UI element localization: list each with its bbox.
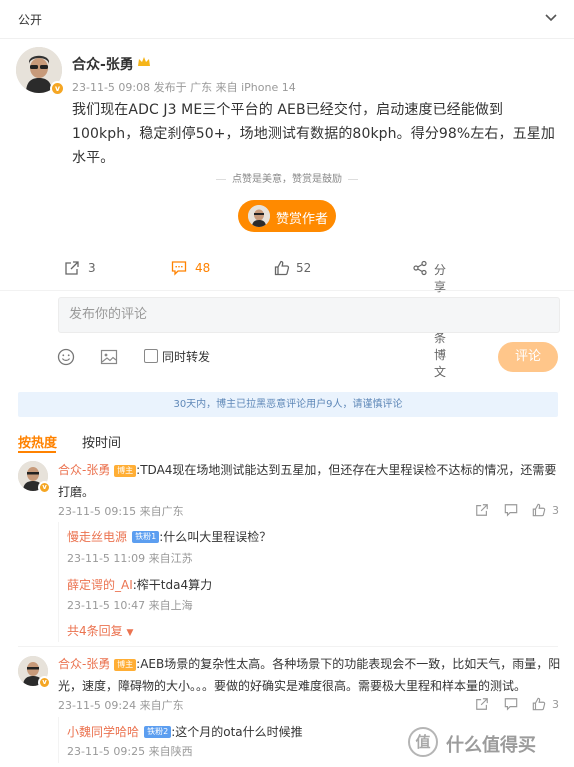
forward-icon[interactable] (475, 697, 489, 711)
comment-input[interactable] (59, 298, 559, 330)
reply-meta: 23-11-5 11:09 来自江苏 (67, 552, 193, 565)
comment-like-count: 3 (552, 698, 559, 711)
like-count: 52 (296, 261, 312, 275)
image-icon[interactable] (100, 348, 118, 366)
active-tab-indicator (18, 451, 56, 453)
reward-avatar (248, 205, 270, 227)
forward-count: 3 (88, 261, 96, 275)
moderation-notice: 30天内，博主已拉黑恶意评论用户9人，请谨慎评论 (18, 392, 558, 417)
reply-item: 小魏同学哈哈 铁粉2:这个月的ota什么时候推 (67, 721, 303, 740)
comment-item: 合众-张勇 博主:TDA4现在场地测试能达到五星加，但还存在大里程误检不达标的情… (58, 459, 564, 503)
action-bar: 3 48 52 分享这三条博文 (0, 258, 574, 379)
comment-author[interactable]: 合众-张勇 (58, 463, 110, 477)
visibility-label: 公开 (18, 13, 43, 27)
emoji-icon[interactable] (57, 348, 75, 366)
sort-by-time-tab[interactable]: 按时间 (82, 432, 121, 451)
caret-down-icon: ▼ (126, 628, 134, 638)
verified-badge-icon: v (38, 481, 51, 494)
forward-icon[interactable] (475, 503, 489, 517)
comment-author[interactable]: 合众-张勇 (58, 657, 110, 671)
submit-comment-button[interactable]: 评论 (498, 342, 558, 372)
reply-text: :榨干tda4算力 (132, 578, 213, 592)
comment-icon (171, 260, 187, 276)
thumbs-up-icon[interactable] (532, 503, 546, 517)
author-badge: 博主 (114, 658, 137, 671)
reply-item: 薛定谔的_AI:榨干tda4算力 (67, 574, 212, 593)
watermark-text: 什么值得买 (446, 735, 536, 756)
comment-count: 48 (195, 261, 211, 275)
verified-badge-icon: v (50, 81, 65, 96)
forward-icon (64, 260, 80, 276)
comment-input-box[interactable] (58, 297, 560, 333)
thumbs-up-icon (274, 260, 290, 276)
reply-author[interactable]: 小魏同学哈哈 (67, 725, 139, 739)
repost-checkbox[interactable] (144, 349, 158, 363)
thumbs-up-icon[interactable] (532, 697, 546, 711)
reply-text: :这个月的ota什么时候推 (171, 725, 303, 739)
reply-list: 慢走丝电源 铁粉1:什么叫大里程误检？ 23-11-5 11:09 来自江苏 薛… (58, 522, 559, 642)
post-meta: 23-11-5 09:08 发布于 广东 来自 iPhone 14 (72, 81, 296, 94)
sort-by-hot-tab[interactable]: 按热度 (18, 432, 57, 451)
chevron-down-icon[interactable] (544, 10, 558, 24)
post-body: 我们现在ADC J3 ME三个平台的 AEB已经交付，启动速度已经能做到100k… (72, 102, 555, 166)
reply-author[interactable]: 慢走丝电源 (67, 530, 127, 544)
divider (0, 290, 574, 291)
reply-meta: 23-11-5 09:25 来自陕西 (67, 745, 193, 758)
comment-icon[interactable] (504, 697, 518, 711)
comment-icon[interactable] (504, 503, 518, 517)
comment-item: 合众-张勇 博主:AEB场景的复杂性太高。各种场景下的功能表现会不一致，比如天气… (58, 653, 564, 697)
comment-meta: 23-11-5 09:24 来自广东 (58, 699, 184, 712)
reply-author[interactable]: 薛定谔的_AI (67, 578, 133, 592)
reward-label: 赞赏作者 (276, 212, 329, 227)
reply-item: 慢走丝电源 铁粉1:什么叫大里程误检？ (67, 526, 271, 545)
reward-tip: 点赞是美意，赞赏是鼓励 (0, 170, 574, 185)
watermark: 值 什么值得买 (408, 726, 566, 758)
verified-badge-icon: v (38, 676, 51, 689)
fan-badge: 铁粉2 (144, 725, 172, 738)
watermark-logo: 值 (408, 727, 438, 757)
crown-icon (137, 55, 151, 69)
more-replies-label: 共4条回复 (67, 624, 123, 638)
reply-meta: 23-11-5 10:47 来自上海 (67, 599, 193, 612)
divider (348, 178, 358, 180)
divider (18, 646, 558, 647)
comment-meta: 23-11-5 09:15 来自广东 (58, 505, 184, 518)
author-badge: 博主 (114, 464, 137, 477)
author-name[interactable]: 合众-张勇 (72, 54, 134, 74)
more-replies-link[interactable]: 共4条回复 ▼ (67, 622, 133, 639)
comment-like-count: 3 (552, 504, 559, 517)
reward-tip-text: 点赞是美意，赞赏是鼓励 (232, 174, 342, 185)
repost-label: 同时转发 (162, 350, 211, 364)
visibility-bar: 公开 (0, 0, 574, 39)
divider (216, 178, 226, 180)
fan-badge: 铁粉1 (132, 530, 160, 543)
reply-text: :什么叫大里程误检？ (159, 530, 272, 544)
share-icon (412, 260, 428, 276)
reward-author-button[interactable]: 赞赏作者 (238, 200, 336, 232)
